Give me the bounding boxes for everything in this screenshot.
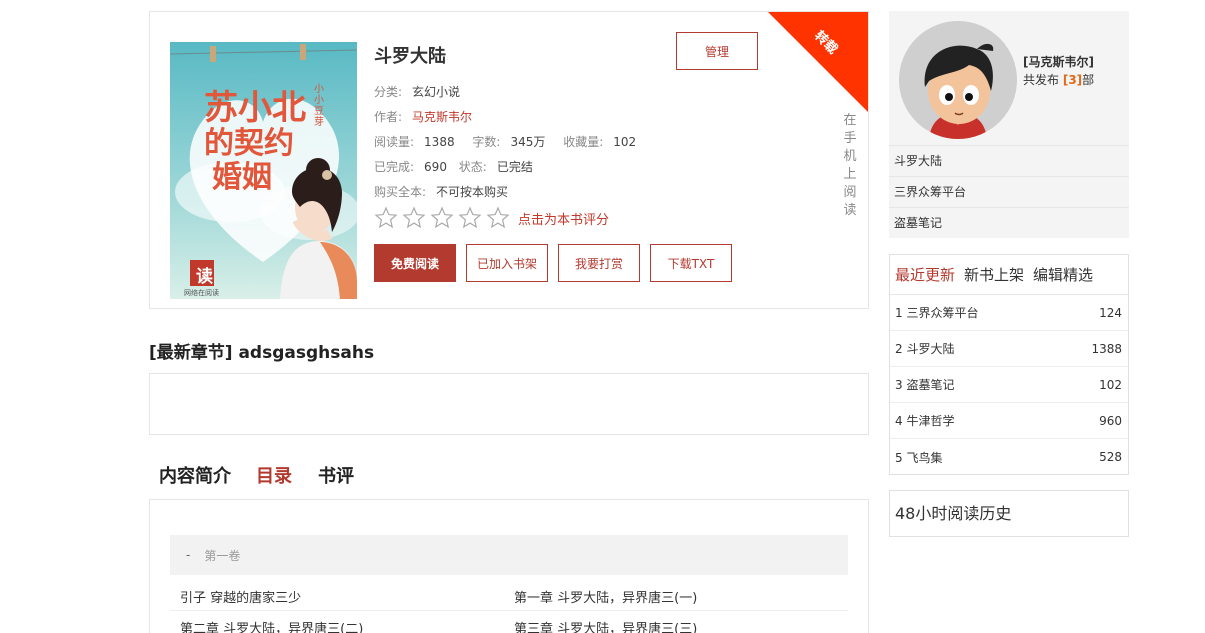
ranking-row[interactable]: 3 盗墓笔记 102 xyxy=(890,367,1128,403)
reading-history-header[interactable]: 48小时阅读历史 xyxy=(889,490,1129,537)
cover-title-line-2: 的契约 xyxy=(204,126,294,161)
author-label: 作者: xyxy=(374,110,403,124)
author-name[interactable]: [马克斯韦尔] xyxy=(1023,53,1094,70)
rank-value: 960 xyxy=(1099,413,1122,428)
star-icon[interactable] xyxy=(430,206,454,230)
rank-value: 1388 xyxy=(1091,341,1122,356)
tab-recent-updates[interactable]: 最近更新 xyxy=(895,264,955,285)
rank-value: 102 xyxy=(1099,377,1122,392)
count-prefix: 共发布 xyxy=(1023,73,1060,87)
status-row: 已完成: 690 状态: 已完结 xyxy=(374,158,533,175)
ranking-row[interactable]: 5 飞鸟集 528 xyxy=(890,439,1128,475)
ranking-tabs: 最近更新 新书上架 编辑精选 xyxy=(890,255,1128,295)
rank-book-name[interactable]: 飞鸟集 xyxy=(906,451,942,465)
star-icon[interactable] xyxy=(486,206,510,230)
rank-number: 5 xyxy=(895,450,903,465)
rank-value: 528 xyxy=(1099,450,1122,464)
book-title: 斗罗大陆 xyxy=(374,46,446,67)
cover-author: 小小豆芽 xyxy=(314,84,324,128)
words-label: 字数: xyxy=(472,135,501,149)
rank-book-name[interactable]: 斗罗大陆 xyxy=(906,342,954,356)
count-suffix: 部 xyxy=(1082,73,1095,87)
rank-value: 124 xyxy=(1099,305,1122,320)
buy-label: 购买全本: xyxy=(374,185,427,199)
tab-editor-picks[interactable]: 编辑精选 xyxy=(1033,264,1093,285)
rank-number: 2 xyxy=(895,342,903,356)
latest-chapter-title[interactable]: [最新章节] adsgasghsahs xyxy=(149,338,374,363)
rank-book-name[interactable]: 盗墓笔记 xyxy=(906,378,954,392)
category-value[interactable]: 玄幻小说 xyxy=(412,85,460,99)
rank-book-name[interactable]: 牛津哲学 xyxy=(906,414,954,428)
tab-intro[interactable]: 内容简介 xyxy=(159,462,231,488)
ranking-row[interactable]: 1 三界众筹平台 124 xyxy=(890,295,1128,331)
add-shelf-button[interactable]: 已加入书架 xyxy=(466,244,548,282)
finished-value: 690 xyxy=(424,160,447,174)
avatar[interactable] xyxy=(899,21,1017,139)
rating-stars: 点击为本书评分 xyxy=(374,206,609,230)
star-icon[interactable] xyxy=(402,206,426,230)
tab-catalog[interactable]: 目录 xyxy=(256,462,292,488)
chapter-link[interactable]: 第二章 斗罗大陆，异界唐三(二) xyxy=(180,618,363,633)
author-book-item[interactable]: 斗罗大陆 xyxy=(889,145,1129,176)
tab-new-books[interactable]: 新书上架 xyxy=(964,264,1024,285)
status-value: 已完结 xyxy=(496,160,533,174)
reads-value: 1388 xyxy=(424,135,455,149)
finished-label: 已完成: xyxy=(374,160,415,174)
latest-chapter-box xyxy=(149,373,869,435)
author-book-item[interactable]: 三界众筹平台 xyxy=(889,176,1129,207)
book-panel: 读 网络在阅读 苏小北 的契约 婚姻 小小豆芽 斗罗大陆 分类: 玄幻小说 作者:… xyxy=(149,11,869,309)
words-value: 345万 xyxy=(510,135,546,149)
download-txt-button[interactable]: 下载TXT xyxy=(650,244,732,282)
chapter-divider xyxy=(170,610,848,611)
author-row: 作者: 马克斯韦尔 xyxy=(374,108,472,125)
ranking-row[interactable]: 2 斗罗大陆 1388 xyxy=(890,331,1128,367)
manage-button[interactable]: 管理 xyxy=(676,32,758,70)
rate-book-link[interactable]: 点击为本书评分 xyxy=(518,209,609,228)
book-cover[interactable]: 读 网络在阅读 苏小北 的契约 婚姻 小小豆芽 xyxy=(170,42,357,299)
author-book-item[interactable]: 盗墓笔记 xyxy=(889,207,1129,238)
rank-number: 4 xyxy=(895,414,903,428)
author-book-count: 共发布 [3]部 xyxy=(1023,71,1094,88)
category-row: 分类: 玄幻小说 xyxy=(374,83,460,100)
cover-title-line-1: 苏小北 xyxy=(204,88,306,128)
cover-seal: 读 xyxy=(196,267,213,287)
rank-number: 1 xyxy=(895,306,903,320)
repost-ribbon: 转载 xyxy=(768,12,868,112)
chapter-link[interactable]: 引子 穿越的唐家三少 xyxy=(180,587,301,606)
author-link[interactable]: 马克斯韦尔 xyxy=(412,110,472,124)
cover-publisher: 网络在阅读 xyxy=(184,289,219,297)
rank-number: 3 xyxy=(895,378,903,392)
buy-row: 购买全本: 不可按本购买 xyxy=(374,183,508,200)
count-value: [3] xyxy=(1062,73,1083,87)
chapter-link[interactable]: 第一章 斗罗大陆，异界唐三(一) xyxy=(514,587,697,606)
star-icon[interactable] xyxy=(374,206,398,230)
ranking-panel: 最近更新 新书上架 编辑精选 1 三界众筹平台 124 2 斗罗大陆 1388 … xyxy=(889,254,1129,475)
stats-row: 阅读量: 1388 字数: 345万 收藏量: 102 xyxy=(374,133,636,150)
catalog-panel: - 第一卷 引子 穿越的唐家三少 第一章 斗罗大陆，异界唐三(一) 第二章 斗罗… xyxy=(149,499,869,633)
author-panel: [马克斯韦尔] 共发布 [3]部 斗罗大陆 三界众筹平台 盗墓笔记 xyxy=(889,11,1129,238)
status-label: 状态: xyxy=(458,160,487,174)
volume-bar[interactable]: - 第一卷 xyxy=(170,535,848,575)
tip-button[interactable]: 我要打赏 xyxy=(558,244,640,282)
chapter-link[interactable]: 第三章 斗罗大陆，异界唐三(三) xyxy=(514,618,697,633)
ranking-row[interactable]: 4 牛津哲学 960 xyxy=(890,403,1128,439)
volume-title: 第一卷 xyxy=(204,548,241,563)
reads-label: 阅读量: xyxy=(374,135,415,149)
favs-label: 收藏量: xyxy=(563,135,604,149)
buy-value: 不可按本购买 xyxy=(436,185,509,199)
rank-book-name[interactable]: 三界众筹平台 xyxy=(906,306,978,320)
collapse-icon[interactable]: - xyxy=(186,548,190,562)
mobile-read-link[interactable]: 在手机上阅读 xyxy=(842,112,858,220)
cover-title-line-3: 婚姻 xyxy=(212,160,272,195)
category-label: 分类: xyxy=(374,85,403,99)
star-icon[interactable] xyxy=(458,206,482,230)
favs-value: 102 xyxy=(613,135,637,149)
free-read-button[interactable]: 免费阅读 xyxy=(374,244,456,282)
tab-reviews[interactable]: 书评 xyxy=(318,462,354,488)
